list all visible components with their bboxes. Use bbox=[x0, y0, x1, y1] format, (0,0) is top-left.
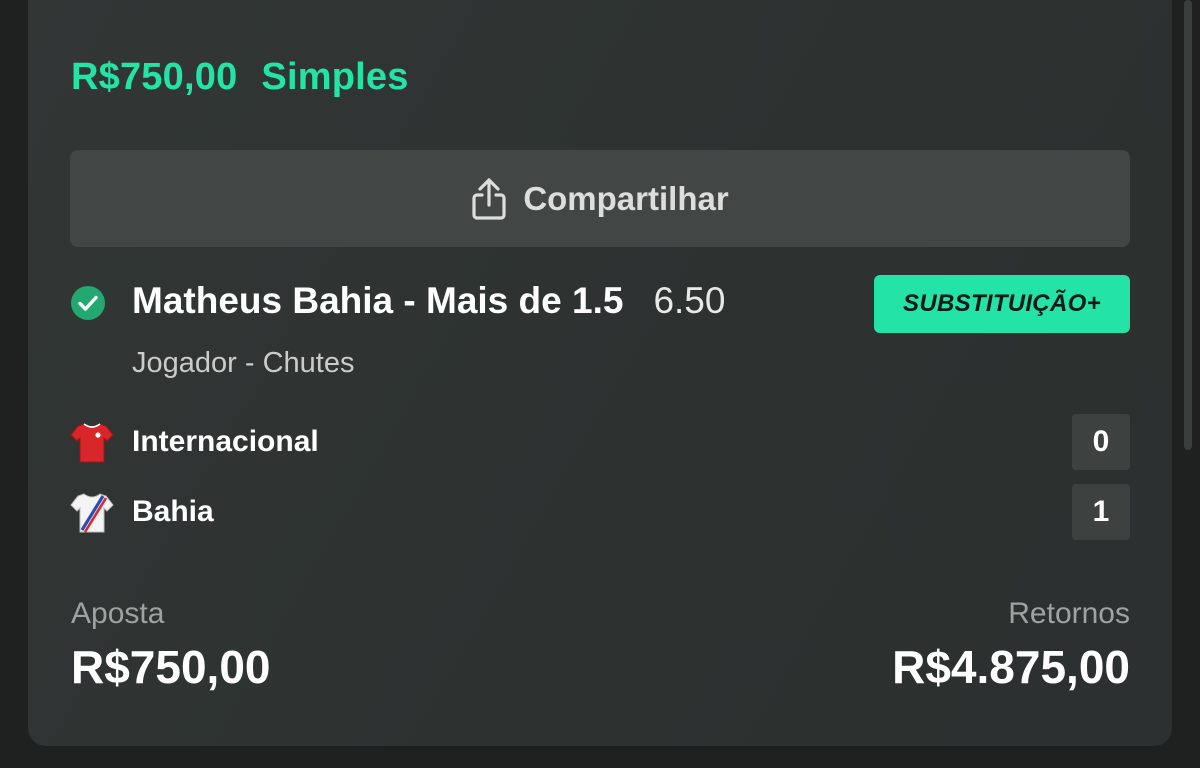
returns-label: Retornos bbox=[1008, 597, 1130, 630]
bet-type: Simples bbox=[261, 55, 409, 98]
team-row-away: Bahia 1 bbox=[70, 484, 1130, 540]
team-row-home: Internacional 0 bbox=[70, 414, 1130, 470]
bet-header: R$750,00 Simples bbox=[71, 54, 409, 100]
white-jersey-icon bbox=[70, 490, 114, 534]
header-stake: R$750,00 bbox=[71, 55, 238, 98]
share-icon bbox=[471, 177, 507, 221]
stake-value: R$750,00 bbox=[71, 641, 271, 693]
selection-name: Matheus Bahia - Mais de 1.5 bbox=[132, 280, 624, 321]
scrollbar[interactable] bbox=[1184, 0, 1192, 450]
share-button[interactable]: Compartilhar bbox=[70, 150, 1130, 247]
share-button-label: Compartilhar bbox=[523, 179, 729, 217]
score-away: 1 bbox=[1072, 484, 1130, 540]
selection-odds: 6.50 bbox=[653, 280, 726, 321]
returns-value: R$4.875,00 bbox=[892, 641, 1130, 693]
market-label: Jogador - Chutes bbox=[132, 347, 355, 379]
red-jersey-icon bbox=[70, 420, 114, 464]
score-home: 0 bbox=[1072, 414, 1130, 470]
stake-label: Aposta bbox=[71, 597, 165, 630]
check-circle-icon bbox=[70, 285, 106, 321]
substitution-badge[interactable]: SUBSTITUIÇÃO+ bbox=[874, 275, 1130, 333]
selection-line: Matheus Bahia - Mais de 1.5 6.50 bbox=[132, 280, 725, 328]
team-name-home: Internacional bbox=[132, 425, 319, 458]
team-name-away: Bahia bbox=[132, 495, 214, 528]
